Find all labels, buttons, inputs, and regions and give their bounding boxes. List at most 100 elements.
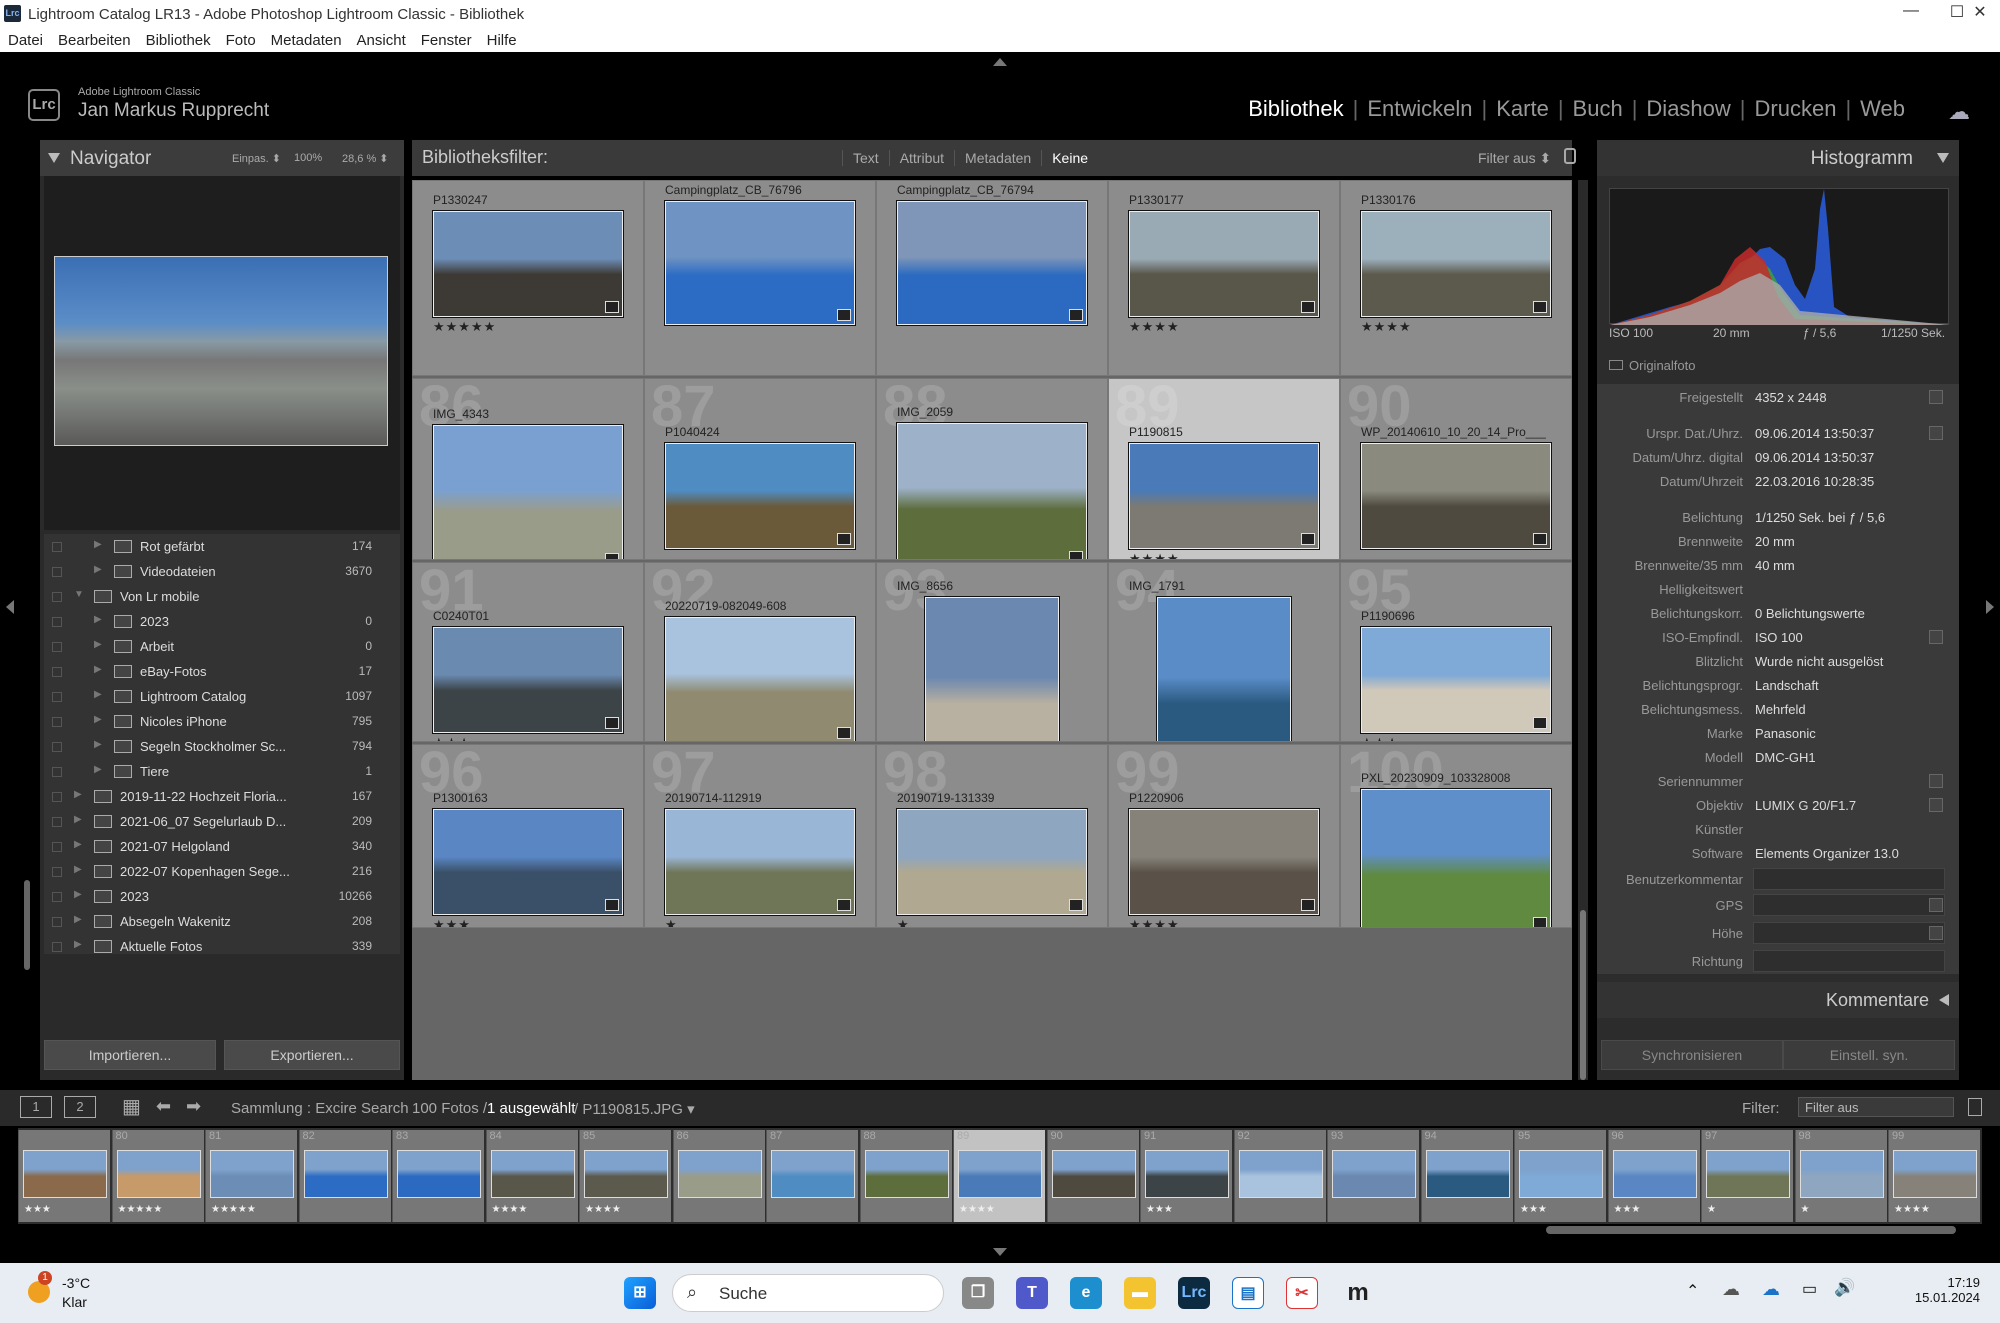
expand-icon[interactable]: ▶: [94, 664, 102, 675]
nav-zoom-100[interactable]: 100%: [294, 152, 322, 164]
filmstrip-cell[interactable]: 84 ★★★★: [485, 1130, 578, 1222]
comments-header[interactable]: Kommentare: [1597, 982, 1959, 1018]
star-rating[interactable]: ★★★★★: [433, 319, 496, 335]
collection-row[interactable]: ▶ 2019-11-22 Hochzeit Floria... 167: [44, 784, 400, 809]
star-rating[interactable]: ★★★★: [1129, 551, 1180, 559]
grid-cell[interactable]: 99 P1220906 ★★★★: [1108, 744, 1340, 928]
collapse-bottom-icon[interactable]: [993, 1248, 1007, 1256]
taskbar-search[interactable]: ⌕ Suche: [672, 1274, 944, 1312]
navigator-header[interactable]: Navigator Einpas. ⬍ 100% 28,6 % ⬍: [40, 140, 404, 176]
metadata-action-icon[interactable]: [1929, 390, 1943, 404]
metadata-action-icon[interactable]: [1929, 898, 1943, 912]
grid-cell[interactable]: 93 IMG_8656: [876, 562, 1108, 742]
left-scrollbar[interactable]: [24, 880, 30, 970]
filmstrip-cell[interactable]: 91 ★★★: [1140, 1130, 1232, 1222]
filmstrip-cell[interactable]: 98 ★: [1794, 1130, 1887, 1222]
collection-row[interactable]: ▶ Lightroom Catalog 1097: [44, 684, 400, 709]
keyword-badge-icon[interactable]: [605, 717, 619, 729]
grid-cell[interactable]: 95P1190696★★★: [1340, 562, 1572, 742]
m-app-icon[interactable]: m: [1342, 1277, 1374, 1309]
metadata-action-icon[interactable]: [1929, 426, 1943, 440]
collapse-top-icon[interactable]: [993, 58, 1007, 66]
filmstrip-lock-icon[interactable]: [1968, 1098, 1982, 1116]
filmstrip-thumbnail[interactable]: [1706, 1150, 1790, 1198]
expand-icon[interactable]: ▶: [74, 889, 82, 900]
filmstrip-cell[interactable]: 87: [766, 1130, 858, 1222]
photo-thumbnail[interactable]: [1157, 597, 1291, 741]
volume-icon[interactable]: 🔊: [1834, 1278, 1855, 1298]
grid-cell[interactable]: 86 IMG_4343: [412, 378, 644, 560]
filmstrip-scrollbar[interactable]: [1546, 1226, 1956, 1234]
metadata-action-icon[interactable]: [1929, 798, 1943, 812]
target-checkbox[interactable]: [52, 667, 62, 677]
filmstrip-thumbnail[interactable]: [1893, 1150, 1977, 1198]
grid-cell[interactable]: 89 P1190815 ★★★★: [1108, 378, 1340, 560]
filmstrip-cell[interactable]: 85 ★★★★: [579, 1130, 671, 1222]
collection-row[interactable]: ▶ eBay-Fotos 17: [44, 659, 400, 684]
expand-icon[interactable]: ▶: [74, 914, 82, 925]
module-drucken[interactable]: Drucken: [1746, 96, 1846, 121]
minimize-button[interactable]: —: [1888, 2, 1934, 26]
star-rating[interactable]: ★★★★: [1361, 319, 1412, 335]
temperature[interactable]: -3°C: [62, 1275, 90, 1291]
grid-cell[interactable]: P1330247 ★★★★★: [412, 180, 644, 376]
nav-zoom-fit[interactable]: Einpas. ⬍: [232, 152, 281, 165]
forward-arrow-icon[interactable]: ➡: [186, 1096, 201, 1117]
onedrive-icon[interactable]: ☁: [1722, 1279, 1740, 1300]
expand-icon[interactable]: ▶: [74, 814, 82, 825]
photo-thumbnail[interactable]: [433, 627, 623, 733]
star-rating[interactable]: ★★★★: [1129, 917, 1180, 927]
module-buch[interactable]: Buch: [1564, 96, 1632, 121]
keyword-badge-icon[interactable]: [1533, 301, 1547, 313]
module-diashow[interactable]: Diashow: [1637, 96, 1739, 121]
filmstrip-cell[interactable]: 95 ★★★: [1514, 1130, 1606, 1222]
star-rating[interactable]: ★★★★: [1129, 319, 1180, 335]
keyword-badge-icon[interactable]: [837, 727, 851, 739]
expand-icon[interactable]: ▶: [94, 764, 102, 775]
target-checkbox[interactable]: [52, 867, 62, 877]
grid-cell[interactable]: P1330177 ★★★★: [1108, 180, 1340, 376]
grid-cell[interactable]: Campingplatz_CB_76794: [876, 180, 1108, 376]
menu-ansicht[interactable]: Ansicht: [349, 28, 413, 49]
target-checkbox[interactable]: [52, 792, 62, 802]
lightroom-taskbar-icon[interactable]: Lrc: [1178, 1277, 1210, 1309]
target-checkbox[interactable]: [52, 542, 62, 552]
photo-thumbnail[interactable]: [1361, 789, 1551, 927]
filmstrip-thumbnail[interactable]: [116, 1150, 201, 1198]
expand-open-icon[interactable]: ▼: [74, 589, 84, 600]
main-window-button[interactable]: 1: [20, 1096, 52, 1118]
nav-zoom-custom[interactable]: 28,6 % ⬍: [342, 152, 389, 165]
snipping-icon[interactable]: ✂: [1286, 1277, 1318, 1309]
filmstrip-cell[interactable]: 97 ★: [1701, 1130, 1793, 1222]
filmstrip-thumbnail[interactable]: [1799, 1150, 1884, 1198]
filmstrip-cell[interactable]: 90: [1046, 1130, 1139, 1222]
collapse-left-icon[interactable]: [6, 600, 14, 614]
keyword-badge-icon[interactable]: [1069, 899, 1083, 911]
filmstrip-cell[interactable]: 99 ★★★★: [1888, 1130, 1980, 1222]
original-photo-toggle[interactable]: Originalfoto: [1609, 358, 1695, 373]
windows-start-icon[interactable]: ⊞: [624, 1277, 656, 1309]
menu-fenster[interactable]: Fenster: [413, 28, 479, 49]
keyword-badge-icon[interactable]: [1301, 899, 1315, 911]
target-checkbox[interactable]: [52, 742, 62, 752]
star-rating[interactable]: ★★★: [433, 735, 471, 741]
filmstrip-cell[interactable]: 81 ★★★★★: [205, 1130, 297, 1222]
collection-row[interactable]: ▶ Absegeln Wakenitz 208: [44, 909, 400, 934]
filmstrip-thumbnail[interactable]: [864, 1150, 949, 1198]
photo-thumbnail[interactable]: [665, 617, 855, 741]
filmstrip-thumbnail[interactable]: [584, 1150, 668, 1198]
import-button[interactable]: Importieren...: [44, 1040, 216, 1070]
filmstrip-thumbnail[interactable]: [1332, 1150, 1416, 1198]
keyword-badge-icon[interactable]: [837, 309, 851, 321]
clock[interactable]: 17:19 15.01.2024: [1910, 1275, 1980, 1305]
lock-icon[interactable]: [1564, 148, 1576, 164]
star-rating[interactable]: ★: [897, 917, 910, 927]
metadata-field[interactable]: [1753, 950, 1945, 972]
filmstrip-filter-select[interactable]: Filter aus: [1798, 1097, 1954, 1117]
collection-row[interactable]: ▶ Arbeit 0: [44, 634, 400, 659]
filter-tab-keine[interactable]: Keine: [1041, 150, 1099, 166]
grid-scrollbar-track[interactable]: [1578, 180, 1588, 1080]
second-window-button[interactable]: 2: [64, 1096, 96, 1118]
filmstrip-thumbnail[interactable]: [1612, 1150, 1697, 1198]
grid-cell[interactable]: 100PXL_20230909_103328008★★★★: [1340, 744, 1572, 928]
